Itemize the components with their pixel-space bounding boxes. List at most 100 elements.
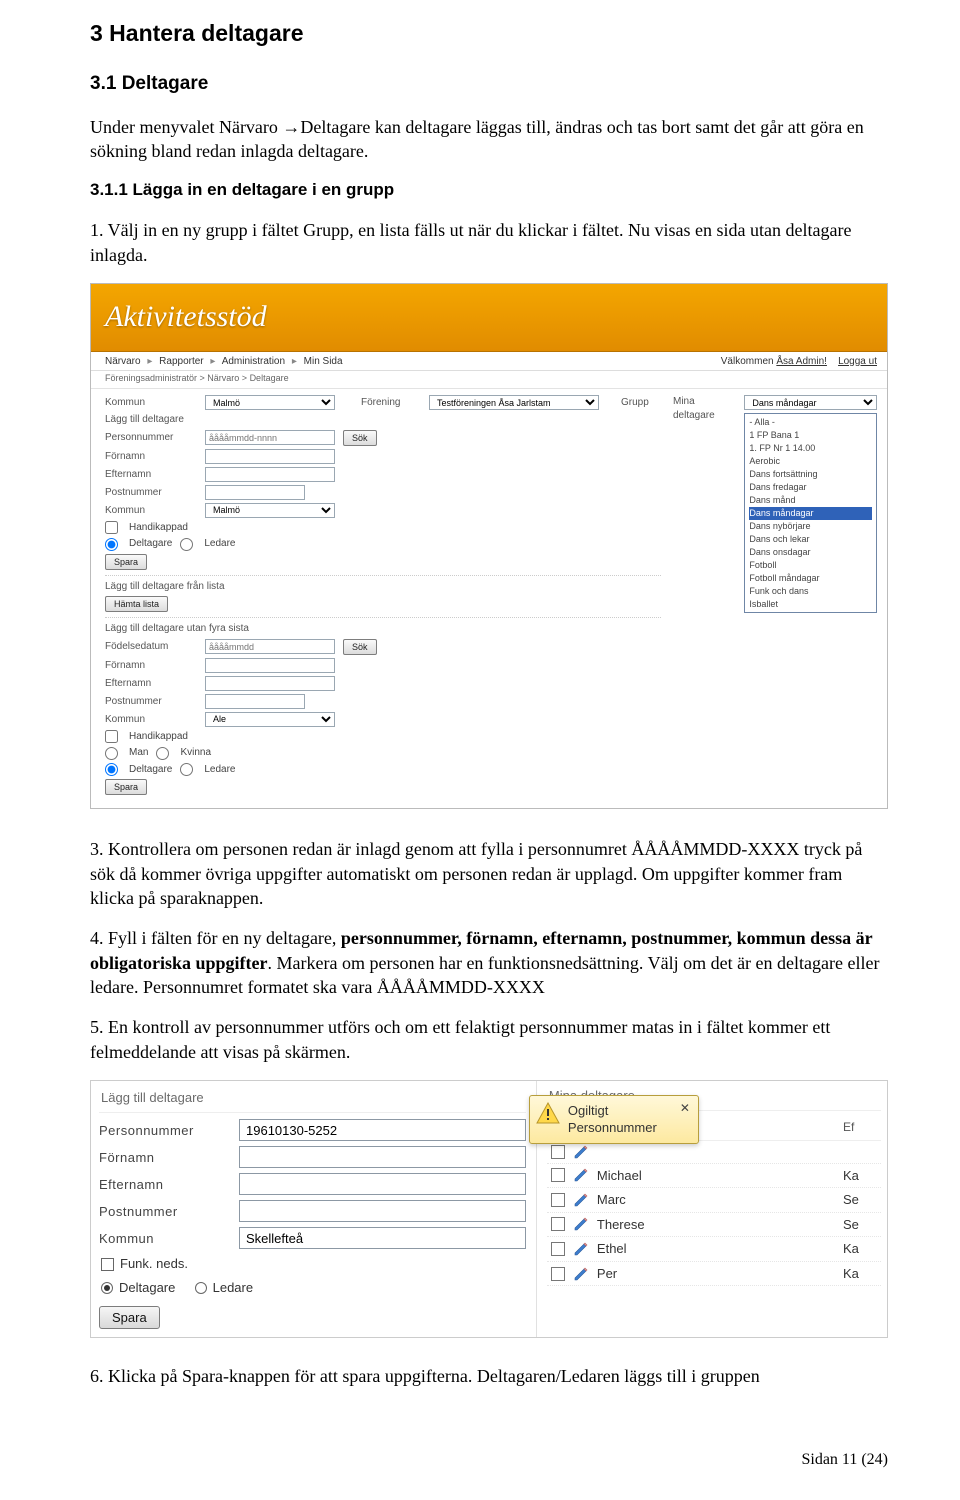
logout-link[interactable]: Logga ut <box>838 356 877 367</box>
s2-funk-checkbox[interactable] <box>101 1258 114 1271</box>
edit-icon[interactable] <box>573 1216 589 1232</box>
efternamn-label: Efternamn <box>105 468 197 482</box>
postnummer-label: Postnummer <box>105 486 197 500</box>
forening-select[interactable]: Testföreningen Åsa Jarlstam <box>429 395 599 410</box>
personnummer-label: Personnummer <box>105 431 197 445</box>
ledare2-radio[interactable] <box>180 763 193 776</box>
efternamn2-label: Efternamn <box>105 677 197 691</box>
deltagare-radio[interactable] <box>105 538 118 551</box>
s2-ledare-radio[interactable] <box>195 1282 207 1294</box>
edit-icon[interactable] <box>573 1167 589 1183</box>
grupp-option[interactable]: Dans månd <box>749 494 872 507</box>
kvinna-radio[interactable] <box>156 747 169 760</box>
grupp-option[interactable]: Funk och dans <box>749 585 872 598</box>
s2-ledare-label: Ledare <box>213 1279 253 1297</box>
hamta-lista-button[interactable]: Hämta lista <box>105 596 168 612</box>
nav-rapporter[interactable]: Rapporter <box>159 356 203 367</box>
app-title: Aktivitetsstöd <box>105 297 267 338</box>
grupp-select[interactable]: Dans måndagar <box>744 395 877 410</box>
para-5: 5. En kontroll av personnummer utförs oc… <box>90 1015 888 1064</box>
s2-kommun-select[interactable]: Skellefteå <box>239 1227 526 1249</box>
row-checkbox[interactable] <box>551 1242 565 1256</box>
postnummer2-input[interactable] <box>205 694 305 709</box>
grupp-option[interactable]: Aerobic <box>749 455 872 468</box>
nav-sep: ▸ <box>147 356 152 367</box>
s2-deltagare-radio[interactable] <box>101 1282 113 1294</box>
top-nav: Närvaro ▸ Rapporter ▸ Administration ▸ M… <box>91 352 887 372</box>
ledare2-label: Ledare <box>204 763 235 777</box>
from-list-label: Lägg till deltagare från lista <box>105 580 661 594</box>
handikappad2-checkbox[interactable] <box>105 730 118 743</box>
row-firstname: Marc <box>597 1191 835 1209</box>
edit-icon[interactable] <box>573 1144 589 1160</box>
deltagare2-label: Deltagare <box>129 763 172 777</box>
kommun2-select[interactable]: Malmö <box>205 503 335 518</box>
row-checkbox[interactable] <box>551 1217 565 1231</box>
s2-efternamn-input[interactable] <box>239 1173 526 1195</box>
efternamn-input[interactable] <box>205 467 335 482</box>
nav-sep: ▸ <box>210 356 215 367</box>
grupp-option[interactable]: Dans måndagar <box>749 507 872 520</box>
postnummer-input[interactable] <box>205 485 305 500</box>
deltagare2-radio[interactable] <box>105 763 118 776</box>
invalid-pn-tooltip: Ogiltigt Personnummer ✕ <box>529 1095 699 1144</box>
edit-icon[interactable] <box>573 1266 589 1282</box>
forening-label: Förening <box>361 396 421 410</box>
fornamn2-input[interactable] <box>205 658 335 673</box>
grupp-option[interactable]: Fotboll måndagar <box>749 572 872 585</box>
grupp-option[interactable]: Dans onsdagar <box>749 546 872 559</box>
grupp-dropdown-list[interactable]: - Alla -1 FP Bana 11. FP Nr 1 14.00Aerob… <box>744 413 877 613</box>
edit-icon[interactable] <box>573 1241 589 1257</box>
s2-kommun-label: Kommun <box>99 1230 229 1248</box>
grupp-option[interactable]: Dans fredagar <box>749 481 872 494</box>
welcome-user[interactable]: Åsa Admin! <box>776 356 827 367</box>
s2-spara-button[interactable]: Spara <box>99 1306 160 1329</box>
fodelsedatum-input[interactable] <box>205 639 335 654</box>
efternamn2-input[interactable] <box>205 676 335 691</box>
ledare-radio[interactable] <box>180 538 193 551</box>
grupp-option[interactable]: Dans nybörjare <box>749 520 872 533</box>
handikappad-checkbox[interactable] <box>105 521 118 534</box>
sok-button-2[interactable]: Sök <box>343 639 377 655</box>
s2-pn-label: Personnummer <box>99 1122 229 1140</box>
grupp-option[interactable]: Dans och lekar <box>749 533 872 546</box>
s2-postnr-label: Postnummer <box>99 1203 229 1221</box>
sok-button-1[interactable]: Sök <box>343 430 377 446</box>
kommun-select[interactable]: Malmö <box>205 395 335 410</box>
man-radio[interactable] <box>105 747 118 760</box>
mina-deltagare-header: Mina deltagare <box>673 395 732 422</box>
nav-minsida[interactable]: Min Sida <box>304 356 343 367</box>
grupp-option[interactable]: Kultur <box>749 611 872 613</box>
close-icon[interactable]: ✕ <box>678 1100 692 1114</box>
table-row: PerKa <box>547 1262 881 1287</box>
row-checkbox[interactable] <box>551 1267 565 1281</box>
grupp-option[interactable]: Fotboll <box>749 559 872 572</box>
s2-pn-input[interactable] <box>239 1119 526 1141</box>
s2-fornamn-input[interactable] <box>239 1146 526 1168</box>
para-1: Under menyvalet Närvaro →Deltagare kan d… <box>90 115 888 164</box>
s2-funk-label: Funk. neds. <box>120 1255 188 1273</box>
personnummer-input[interactable] <box>205 430 335 445</box>
nav-admin[interactable]: Administration <box>222 356 285 367</box>
grupp-option[interactable]: 1. FP Nr 1 14.00 <box>749 442 872 455</box>
kommun3-label: Kommun <box>105 713 197 727</box>
grupp-option[interactable]: Isballet <box>749 598 872 611</box>
row-lastname: Se <box>843 1191 877 1209</box>
nav-narvaro[interactable]: Närvaro <box>105 356 141 367</box>
row-checkbox[interactable] <box>551 1193 565 1207</box>
row-checkbox[interactable] <box>551 1145 565 1159</box>
kommun3-select[interactable]: Ale <box>205 712 335 727</box>
spara-button-1[interactable]: Spara <box>105 554 147 570</box>
fornamn-input[interactable] <box>205 449 335 464</box>
edit-icon[interactable] <box>573 1192 589 1208</box>
s2-postnr-input[interactable] <box>239 1200 526 1222</box>
grupp-option[interactable]: 1 FP Bana 1 <box>749 429 872 442</box>
handikappad2-label: Handikappad <box>129 730 188 744</box>
spara-button-2[interactable]: Spara <box>105 779 147 795</box>
row-checkbox[interactable] <box>551 1168 565 1182</box>
nav-sep: ▸ <box>292 356 297 367</box>
table-row <box>547 1141 881 1164</box>
grupp-option[interactable]: - Alla - <box>749 416 872 429</box>
handikappad-label: Handikappad <box>129 521 188 535</box>
grupp-option[interactable]: Dans fortsättning <box>749 468 872 481</box>
